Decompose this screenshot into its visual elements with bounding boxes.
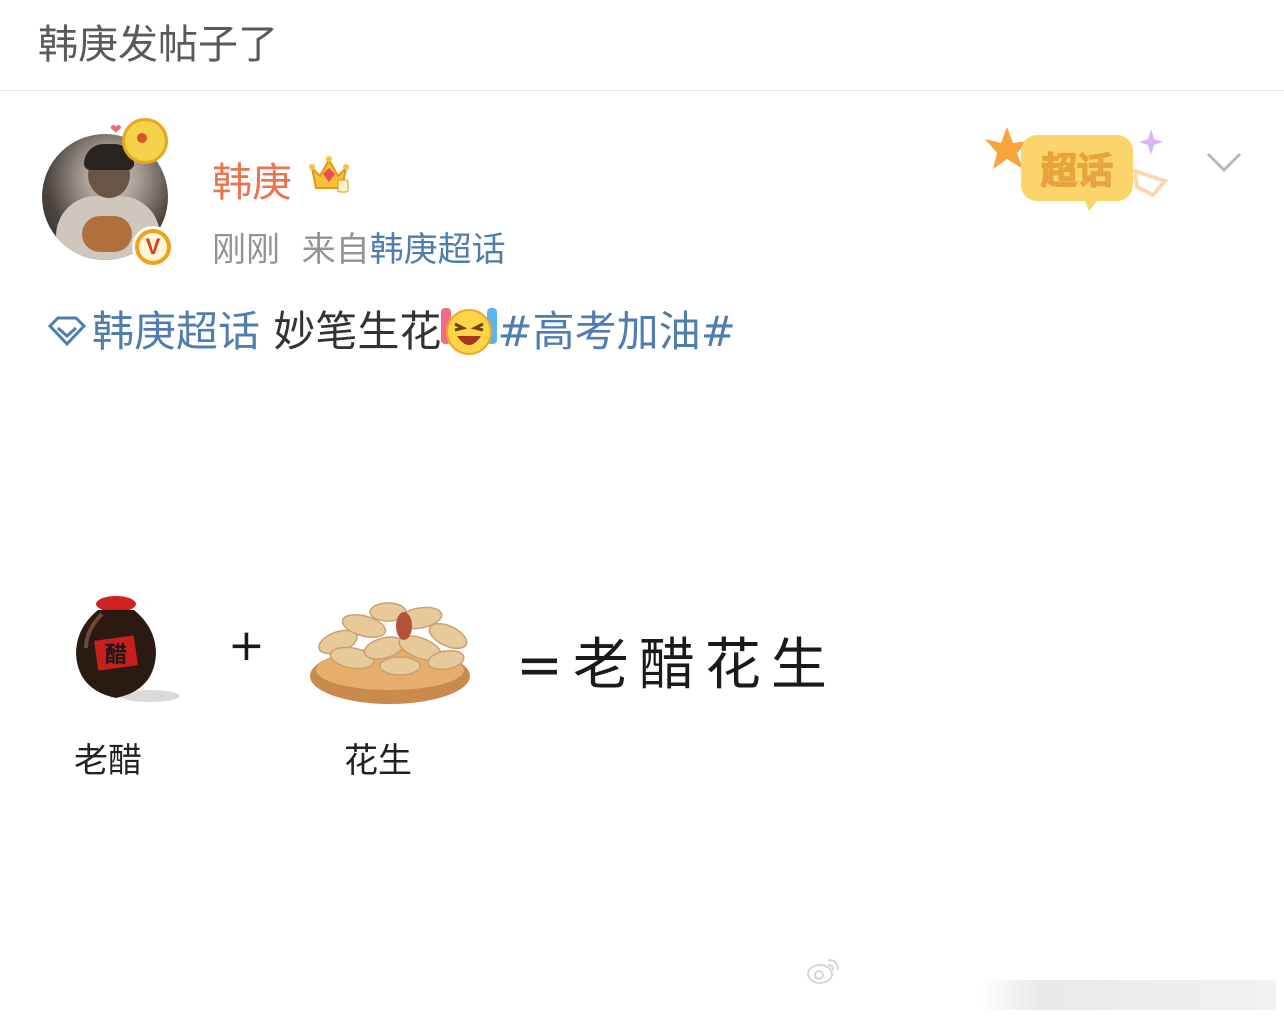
equation-result: =老醋花生 [516, 633, 837, 698]
diamond-icon [47, 316, 87, 347]
topic-link[interactable]: 韩庚超话 [92, 307, 260, 356]
peanut-label: 花生 [344, 741, 412, 781]
vinegar-jar-label: 醋 [105, 643, 127, 668]
vinegar-label: 老醋 [74, 741, 142, 781]
chaohua-badge-label: 超话 [1041, 151, 1113, 192]
laughing-emoji-icon [441, 308, 498, 355]
post-time: 刚刚 [212, 230, 280, 270]
post-meta: 刚刚 来自韩庚超话 [212, 222, 506, 271]
chevron-down-icon[interactable] [1204, 148, 1244, 178]
crown-icon [309, 156, 349, 193]
post-body: 妙笔生花 [260, 307, 442, 356]
plus-sign: + [228, 620, 265, 671]
page-title: 韩庚发帖子了 [38, 22, 278, 68]
username[interactable]: 韩庚 [212, 150, 292, 208]
weibo-logo-icon [807, 959, 839, 984]
avatar-container[interactable]: ❤ V [42, 118, 182, 268]
watermark-bar [980, 980, 1276, 1010]
avatar-pendant-icon [122, 118, 168, 164]
v-badge-icon: V [132, 226, 174, 268]
chaohua-badge[interactable]: 超话 [985, 125, 1175, 215]
heart-icon: ❤ [110, 122, 122, 138]
from-prefix: 来自 [301, 230, 370, 270]
hashtag-link[interactable]: #高考加油# [497, 307, 735, 356]
top-bar: 韩庚发帖子了 [0, 0, 1284, 91]
post-text: 韩庚超话 妙笔生花 #高考加油# [46, 298, 736, 359]
source-link[interactable]: 韩庚超话 [370, 230, 506, 270]
peanut-bowl-icon[interactable] [308, 596, 474, 708]
vinegar-jar-icon[interactable]: 醋 [72, 594, 182, 706]
